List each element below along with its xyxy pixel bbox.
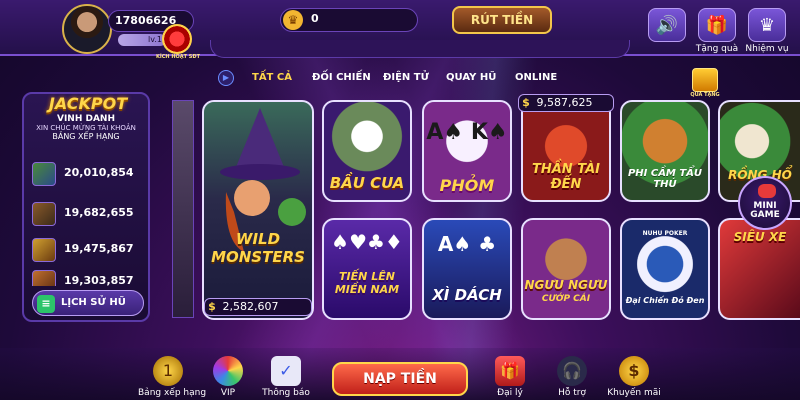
game-thumbnail [32, 270, 56, 286]
cards-spread-icon: ♠♥♣♦ [331, 230, 403, 254]
ranking-button[interactable]: 1 Bảng xếp hạng [138, 356, 207, 398]
card-ace-icon: A♠ K♠ [426, 120, 508, 145]
balance-box: ♛ 0 [280, 8, 418, 32]
honor-box: VINH DANH XIN CHÚC MỪNG TÀI KHOẢN BẢNG X… [28, 114, 144, 154]
game-title: NGƯU NGƯU [524, 278, 608, 292]
crown-coin-icon: ♛ [283, 10, 303, 30]
game-card-sieu-xe[interactable]: SIÊU XE [718, 218, 800, 320]
agent-button[interactable]: 🎁 Đại lý [480, 356, 540, 398]
tab-slots[interactable]: ĐIỆN TỬ [383, 72, 429, 83]
tab-jackpot-spin[interactable]: QUAY HŨ [446, 72, 496, 83]
history-icon: ≡ [37, 295, 55, 313]
play-icon[interactable]: ▶ [218, 70, 234, 86]
mission-label: Nhiệm vụ [745, 44, 789, 54]
jackpot-strip: $ 2,582,607 [204, 298, 312, 316]
withdraw-button[interactable]: RÚT TIỀN [452, 6, 552, 34]
support-button[interactable]: 🎧 Hỗ trợ [542, 356, 602, 398]
deposit-button[interactable]: NẠP TIỀN [332, 362, 468, 396]
game-title: PHI CẦM TẨU THÚ [627, 168, 703, 190]
tab-wing [210, 40, 630, 58]
activate-phone-badge[interactable]: KÍCH HOẠT SĐT [152, 22, 204, 66]
wheel-icon [213, 356, 243, 386]
game-card-phom[interactable]: A♠ K♠ PHỎM [422, 100, 512, 202]
game-title: THẦN TÀI ĐẾN [532, 162, 600, 192]
tab-online[interactable]: ONLINE [515, 72, 557, 83]
dollar-icon: $ [522, 96, 530, 109]
balance-value: 0 [311, 12, 319, 25]
agent-label: Đại lý [497, 388, 523, 398]
activate-phone-label: KÍCH HOẠT SĐT [156, 54, 200, 60]
mini-game-label: MINI GAME [750, 201, 780, 220]
game-card-wild-monsters[interactable]: WILD MONSTERS [202, 100, 314, 320]
trophy-icon: 1 [153, 356, 183, 386]
game-card-phi-cam[interactable]: PHI CẦM TẨU THÚ [620, 100, 710, 202]
gift-box-icon [692, 68, 718, 92]
game-card-tien-len[interactable]: ♠♥♣♦ TIẾN LÊN MIỀN NAM [322, 218, 412, 320]
list-item: 19,475,867 [32, 238, 144, 262]
mini-game-button[interactable]: MINI GAME [738, 176, 792, 230]
history-label: LỊCH SỬ HŨ [61, 297, 126, 308]
game-thumbnail [32, 162, 56, 186]
sound-icon[interactable]: 🔊 [648, 8, 686, 42]
vip-label: VIP [220, 388, 236, 398]
coin-icon: $ [619, 356, 649, 386]
mission-crown-icon[interactable]: ♛ [748, 8, 786, 42]
game-title: XÌ DÁCH [432, 286, 502, 304]
gamepad-icon [758, 184, 776, 198]
game-card-than-tai[interactable]: THẦN TÀI ĐẾN [521, 100, 611, 202]
notice-label: Thông báo [262, 388, 310, 398]
jackpot-value: 9,587,625 [536, 96, 593, 109]
list-item: 19,682,655 [32, 202, 144, 226]
game-title: Đại Chiến Đỏ Đen [625, 296, 705, 305]
tab-pvp[interactable]: ĐỐI CHIẾN [312, 72, 371, 83]
support-label: Hỗ trợ [558, 388, 586, 398]
vip-button[interactable]: VIP [198, 356, 258, 398]
jackpot-history-button[interactable]: ≡ LỊCH SỬ HŨ [32, 290, 144, 316]
list-item: 20,010,854 [32, 162, 144, 186]
leaderboard-label: BẢNG XẾP HẠNG [52, 132, 120, 141]
tab-all[interactable]: TẤT CẢ [252, 72, 292, 83]
activate-phone-icon [162, 24, 192, 54]
notification-icon: ✓ [271, 356, 301, 386]
jackpot-value: 2,582,607 [222, 300, 279, 313]
avatar[interactable] [62, 4, 112, 54]
jackpot-amount: 19,475,867 [64, 242, 134, 255]
promo-label: Khuyến mãi [607, 388, 661, 398]
game-subtitle: CƯỚP CÁI [541, 294, 591, 304]
game-card-bau-cua[interactable]: BẦU CUA [322, 100, 412, 202]
game-title: PHỎM [439, 176, 495, 195]
chip-label: NUHU POKER [642, 230, 688, 237]
partial-game-card[interactable] [172, 100, 194, 318]
gift-icon: 🎁 [495, 356, 525, 386]
jackpot-amount: 20,010,854 [64, 166, 134, 179]
jackpot-title: JACKPOT [48, 94, 128, 113]
card-ace-icon: A♠ ♣ [437, 232, 497, 256]
headset-icon: 🎧 [557, 356, 587, 386]
game-title: BẦU CUA [329, 174, 405, 192]
dollar-icon: $ [208, 300, 216, 313]
honor-title: VINH DANH [56, 114, 115, 124]
game-card-nguu-nguu[interactable]: NGƯU NGƯU CƯỚP CÁI [521, 218, 611, 320]
game-title: TIẾN LÊN MIỀN NAM [334, 270, 400, 296]
game-card-xi-dach[interactable]: A♠ ♣ XÌ DÁCH [422, 218, 512, 320]
promo-button[interactable]: $ Khuyến mãi [604, 356, 664, 398]
gift-box[interactable]: QUÀ TẶNG [688, 68, 722, 106]
game-card-dai-chien[interactable]: NUHU POKER Đại Chiến Đỏ Đen [620, 218, 710, 320]
jackpot-amount: 19,682,655 [64, 206, 134, 219]
list-item: 19,303,857 [32, 270, 144, 286]
jackpot-amount: 19,303,857 [64, 274, 134, 286]
game-title: SIÊU XE [733, 230, 787, 244]
game-title: WILD MONSTERS [211, 230, 305, 266]
honor-subtitle: XIN CHÚC MỪNG TÀI KHOẢN [36, 124, 136, 132]
jackpot-strip: $ 9,587,625 [518, 94, 614, 112]
ranking-label: Bảng xếp hạng [138, 388, 207, 398]
gift-icon[interactable]: 🎁 [698, 8, 736, 42]
game-thumbnail [32, 238, 56, 262]
gift-box-label: QUÀ TẶNG [690, 92, 720, 98]
notice-button[interactable]: ✓ Thông báo [256, 356, 316, 398]
game-thumbnail [32, 202, 56, 226]
